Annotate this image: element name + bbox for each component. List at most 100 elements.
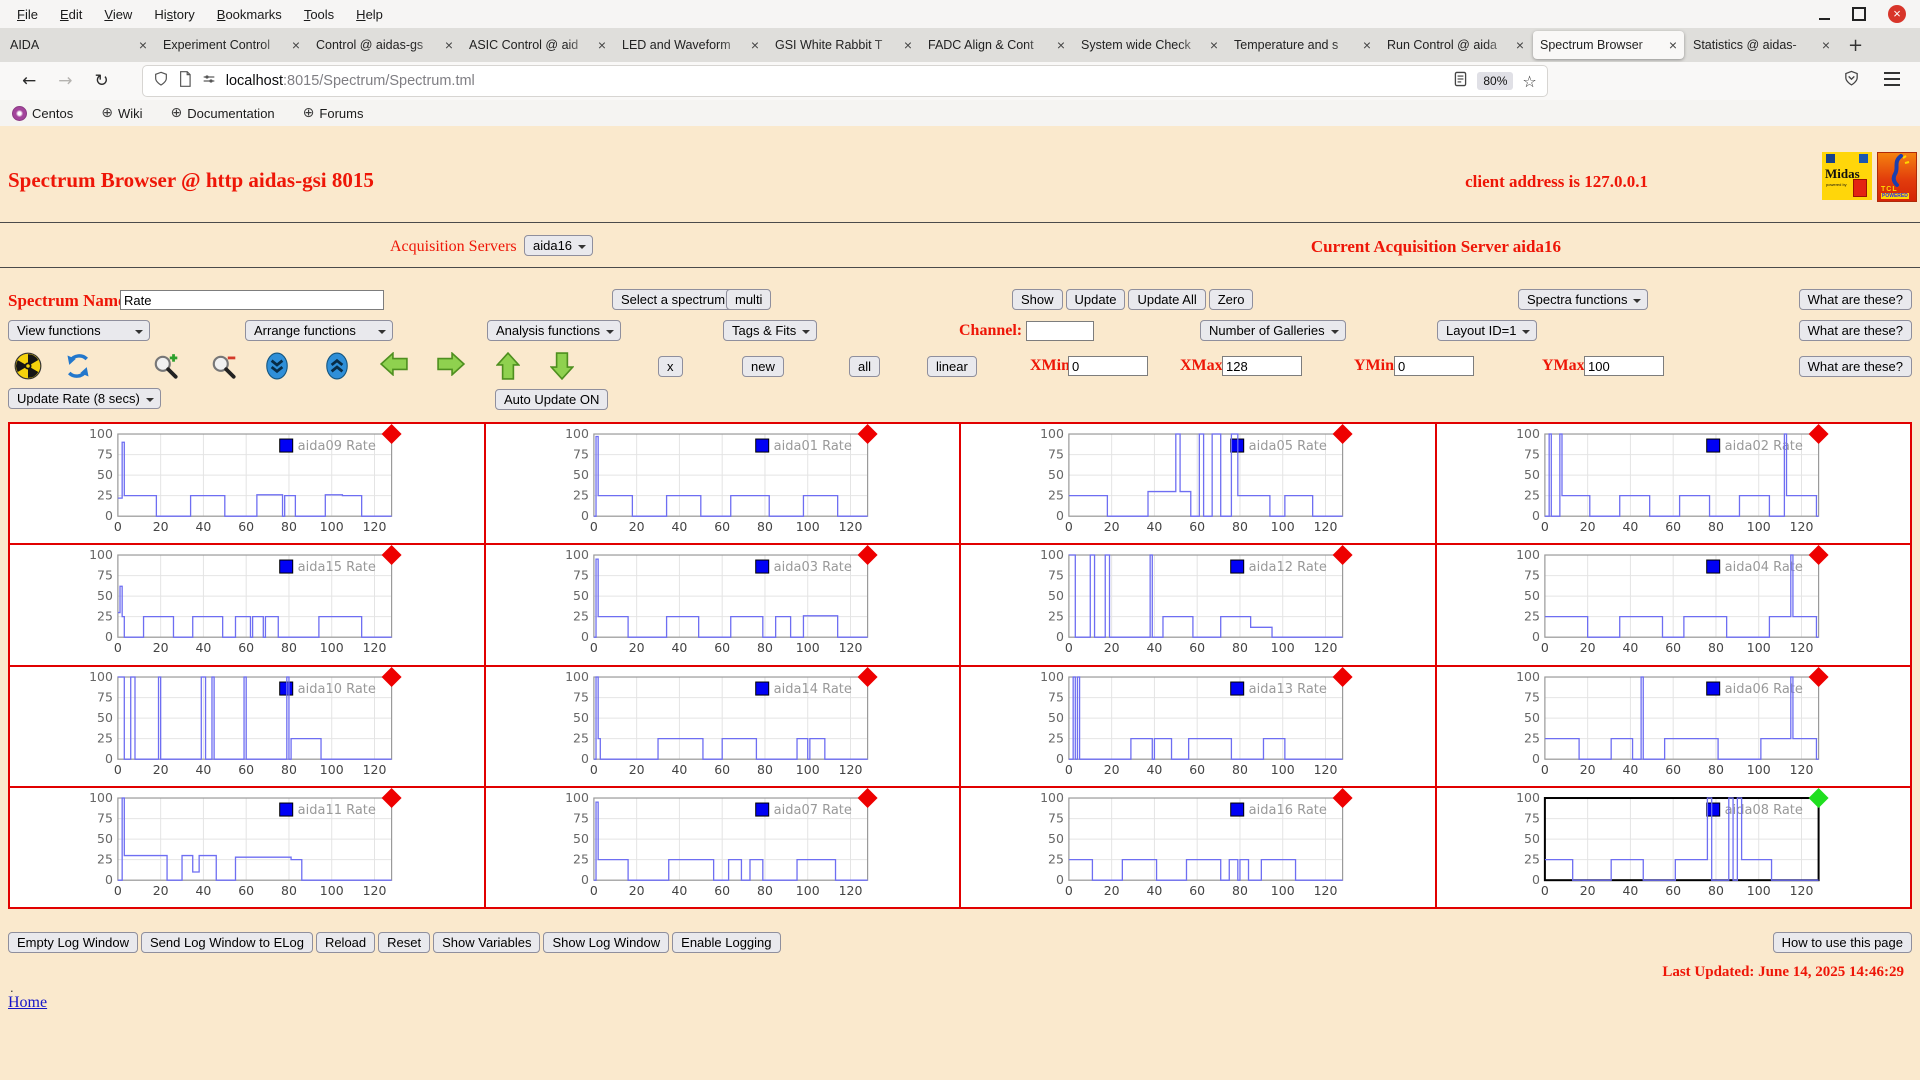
tab-close-icon[interactable]: × — [139, 37, 147, 53]
close-button[interactable]: × — [1888, 5, 1906, 23]
x-button[interactable]: x — [658, 356, 683, 377]
minimize-button[interactable] — [1819, 9, 1830, 20]
chart-cell[interactable]: aida15 Rate0204060801001200255075100 — [9, 544, 485, 665]
browser-tab[interactable]: LED and Waveform× — [615, 31, 766, 59]
bookmark-item[interactable]: ⊕Documentation — [170, 106, 274, 121]
chart-cell[interactable]: aida11 Rate0204060801001200255075100 — [9, 787, 485, 908]
bookmark-item[interactable]: ⊕Forums — [303, 106, 364, 121]
url-bar[interactable]: localhost:8015/Spectrum/Spectrum.tml 80%… — [143, 66, 1547, 96]
browser-tab[interactable]: AIDA× — [3, 31, 154, 59]
tab-close-icon[interactable]: × — [1363, 37, 1371, 53]
multi-button[interactable]: multi — [726, 289, 771, 310]
bookmark-item[interactable]: ⊕Wiki — [101, 106, 142, 121]
show-log-window-button[interactable]: Show Log Window — [543, 932, 669, 953]
menu-item[interactable]: View — [95, 4, 141, 25]
chart-cell[interactable]: aida13 Rate0204060801001200255075100 — [960, 666, 1436, 787]
menu-item[interactable]: History — [145, 4, 203, 25]
tab-close-icon[interactable]: × — [1057, 37, 1065, 53]
pocket-shield-icon[interactable] — [1843, 70, 1860, 92]
browser-tab[interactable]: Control @ aidas-gs× — [309, 31, 460, 59]
show-variables-button[interactable]: Show Variables — [433, 932, 540, 953]
spectra-functions-select[interactable]: Spectra functions — [1518, 289, 1648, 310]
menu-item[interactable]: Bookmarks — [208, 4, 291, 25]
tab-close-icon[interactable]: × — [292, 37, 300, 53]
refresh-icon[interactable] — [64, 352, 92, 380]
page-info-icon[interactable] — [178, 71, 192, 92]
ymin-input[interactable] — [1394, 356, 1474, 376]
scroll-down-icon[interactable] — [264, 352, 292, 380]
browser-tab[interactable]: FADC Align & Cont× — [921, 31, 1072, 59]
update-rate-select[interactable]: Update Rate (8 secs) — [8, 388, 161, 409]
tab-close-icon[interactable]: × — [1822, 37, 1830, 53]
shield-icon[interactable] — [153, 71, 169, 92]
layout-id-select[interactable]: Layout ID=1 — [1437, 320, 1537, 341]
browser-tab[interactable]: System wide Check× — [1074, 31, 1225, 59]
update-button[interactable]: Update — [1066, 289, 1126, 310]
back-icon[interactable]: ← — [22, 71, 36, 91]
chart-cell[interactable]: aida10 Rate0204060801001200255075100 — [9, 666, 485, 787]
arrow-down-icon[interactable] — [550, 352, 578, 380]
url-text[interactable]: localhost:8015/Spectrum/Spectrum.tml — [226, 73, 1445, 89]
view-functions-select[interactable]: View functions — [8, 320, 150, 341]
chart-cell[interactable]: aida09 Rate0204060801001200255075100 — [9, 423, 485, 544]
chart-cell[interactable]: aida01 Rate0204060801001200255075100 — [485, 423, 961, 544]
chart-cell[interactable]: aida08 Rate0204060801001200255075100 — [1436, 787, 1912, 908]
reload-icon[interactable]: ↻ — [95, 71, 109, 91]
browser-tab[interactable]: Statistics @ aidas-× — [1686, 31, 1837, 59]
chart-cell[interactable]: aida05 Rate0204060801001200255075100 — [960, 423, 1436, 544]
how-to-use-button[interactable]: How to use this page — [1773, 932, 1912, 953]
browser-tab[interactable]: Run Control @ aida× — [1380, 31, 1531, 59]
tab-close-icon[interactable]: × — [1669, 37, 1677, 53]
zoom-out-icon[interactable] — [210, 352, 238, 380]
number-of-galleries-select[interactable]: Number of Galleries — [1200, 320, 1346, 341]
arrow-up-icon[interactable] — [496, 352, 524, 380]
reset-button[interactable]: Reset — [378, 932, 430, 953]
zoom-level-button[interactable]: 80% — [1477, 72, 1513, 90]
chart-cell[interactable]: aida16 Rate0204060801001200255075100 — [960, 787, 1436, 908]
zero-button[interactable]: Zero — [1209, 289, 1254, 310]
chart-cell[interactable]: aida04 Rate0204060801001200255075100 — [1436, 544, 1912, 665]
xmax-input[interactable] — [1222, 356, 1302, 376]
acquisition-server-select[interactable]: aida16 — [524, 235, 593, 256]
home-link[interactable]: Home — [8, 994, 47, 1012]
maximize-button[interactable] — [1852, 7, 1866, 21]
new-button[interactable]: new — [742, 356, 784, 377]
menu-item[interactable]: Edit — [51, 4, 91, 25]
scroll-up-icon[interactable] — [324, 352, 352, 380]
midas-logo[interactable]: Midas powered by — [1822, 152, 1872, 200]
chart-cell[interactable]: aida12 Rate0204060801001200255075100 — [960, 544, 1436, 665]
what-are-these-button-2[interactable]: What are these? — [1799, 320, 1912, 341]
hamburger-menu-icon[interactable] — [1884, 72, 1900, 91]
menu-item[interactable]: Help — [347, 4, 392, 25]
new-tab-button[interactable]: + — [1838, 35, 1873, 56]
chart-cell[interactable]: aida02 Rate0204060801001200255075100 — [1436, 423, 1912, 544]
xmin-input[interactable] — [1068, 356, 1148, 376]
chart-cell[interactable]: aida14 Rate0204060801001200255075100 — [485, 666, 961, 787]
tab-close-icon[interactable]: × — [751, 37, 759, 53]
channel-input[interactable] — [1026, 321, 1094, 341]
tab-close-icon[interactable]: × — [904, 37, 912, 53]
chart-cell[interactable]: aida03 Rate0204060801001200255075100 — [485, 544, 961, 665]
permissions-icon[interactable] — [201, 71, 217, 92]
bookmark-item[interactable]: Centos — [12, 106, 73, 121]
what-are-these-button-1[interactable]: What are these? — [1799, 289, 1912, 310]
forward-icon[interactable]: → — [58, 71, 72, 91]
update-all-button[interactable]: Update All — [1128, 289, 1205, 310]
tab-close-icon[interactable]: × — [445, 37, 453, 53]
all-button[interactable]: all — [849, 356, 880, 377]
menu-item[interactable]: File — [8, 4, 47, 25]
arrow-right-icon[interactable] — [437, 352, 465, 380]
ymax-input[interactable] — [1584, 356, 1664, 376]
arrow-left-icon[interactable] — [380, 352, 408, 380]
menu-item[interactable]: Tools — [295, 4, 343, 25]
show-button[interactable]: Show — [1012, 289, 1063, 310]
browser-tab[interactable]: Spectrum Browser× — [1533, 31, 1684, 59]
send-log-window-to-elog-button[interactable]: Send Log Window to ELog — [141, 932, 313, 953]
enable-logging-button[interactable]: Enable Logging — [672, 932, 780, 953]
bookmark-star-icon[interactable]: ☆ — [1522, 72, 1536, 91]
zoom-in-icon[interactable] — [152, 352, 180, 380]
radiation-icon[interactable] — [14, 352, 42, 380]
auto-update-button[interactable]: Auto Update ON — [495, 389, 608, 410]
chart-cell[interactable]: aida06 Rate0204060801001200255075100 — [1436, 666, 1912, 787]
browser-tab[interactable]: Experiment Control× — [156, 31, 307, 59]
